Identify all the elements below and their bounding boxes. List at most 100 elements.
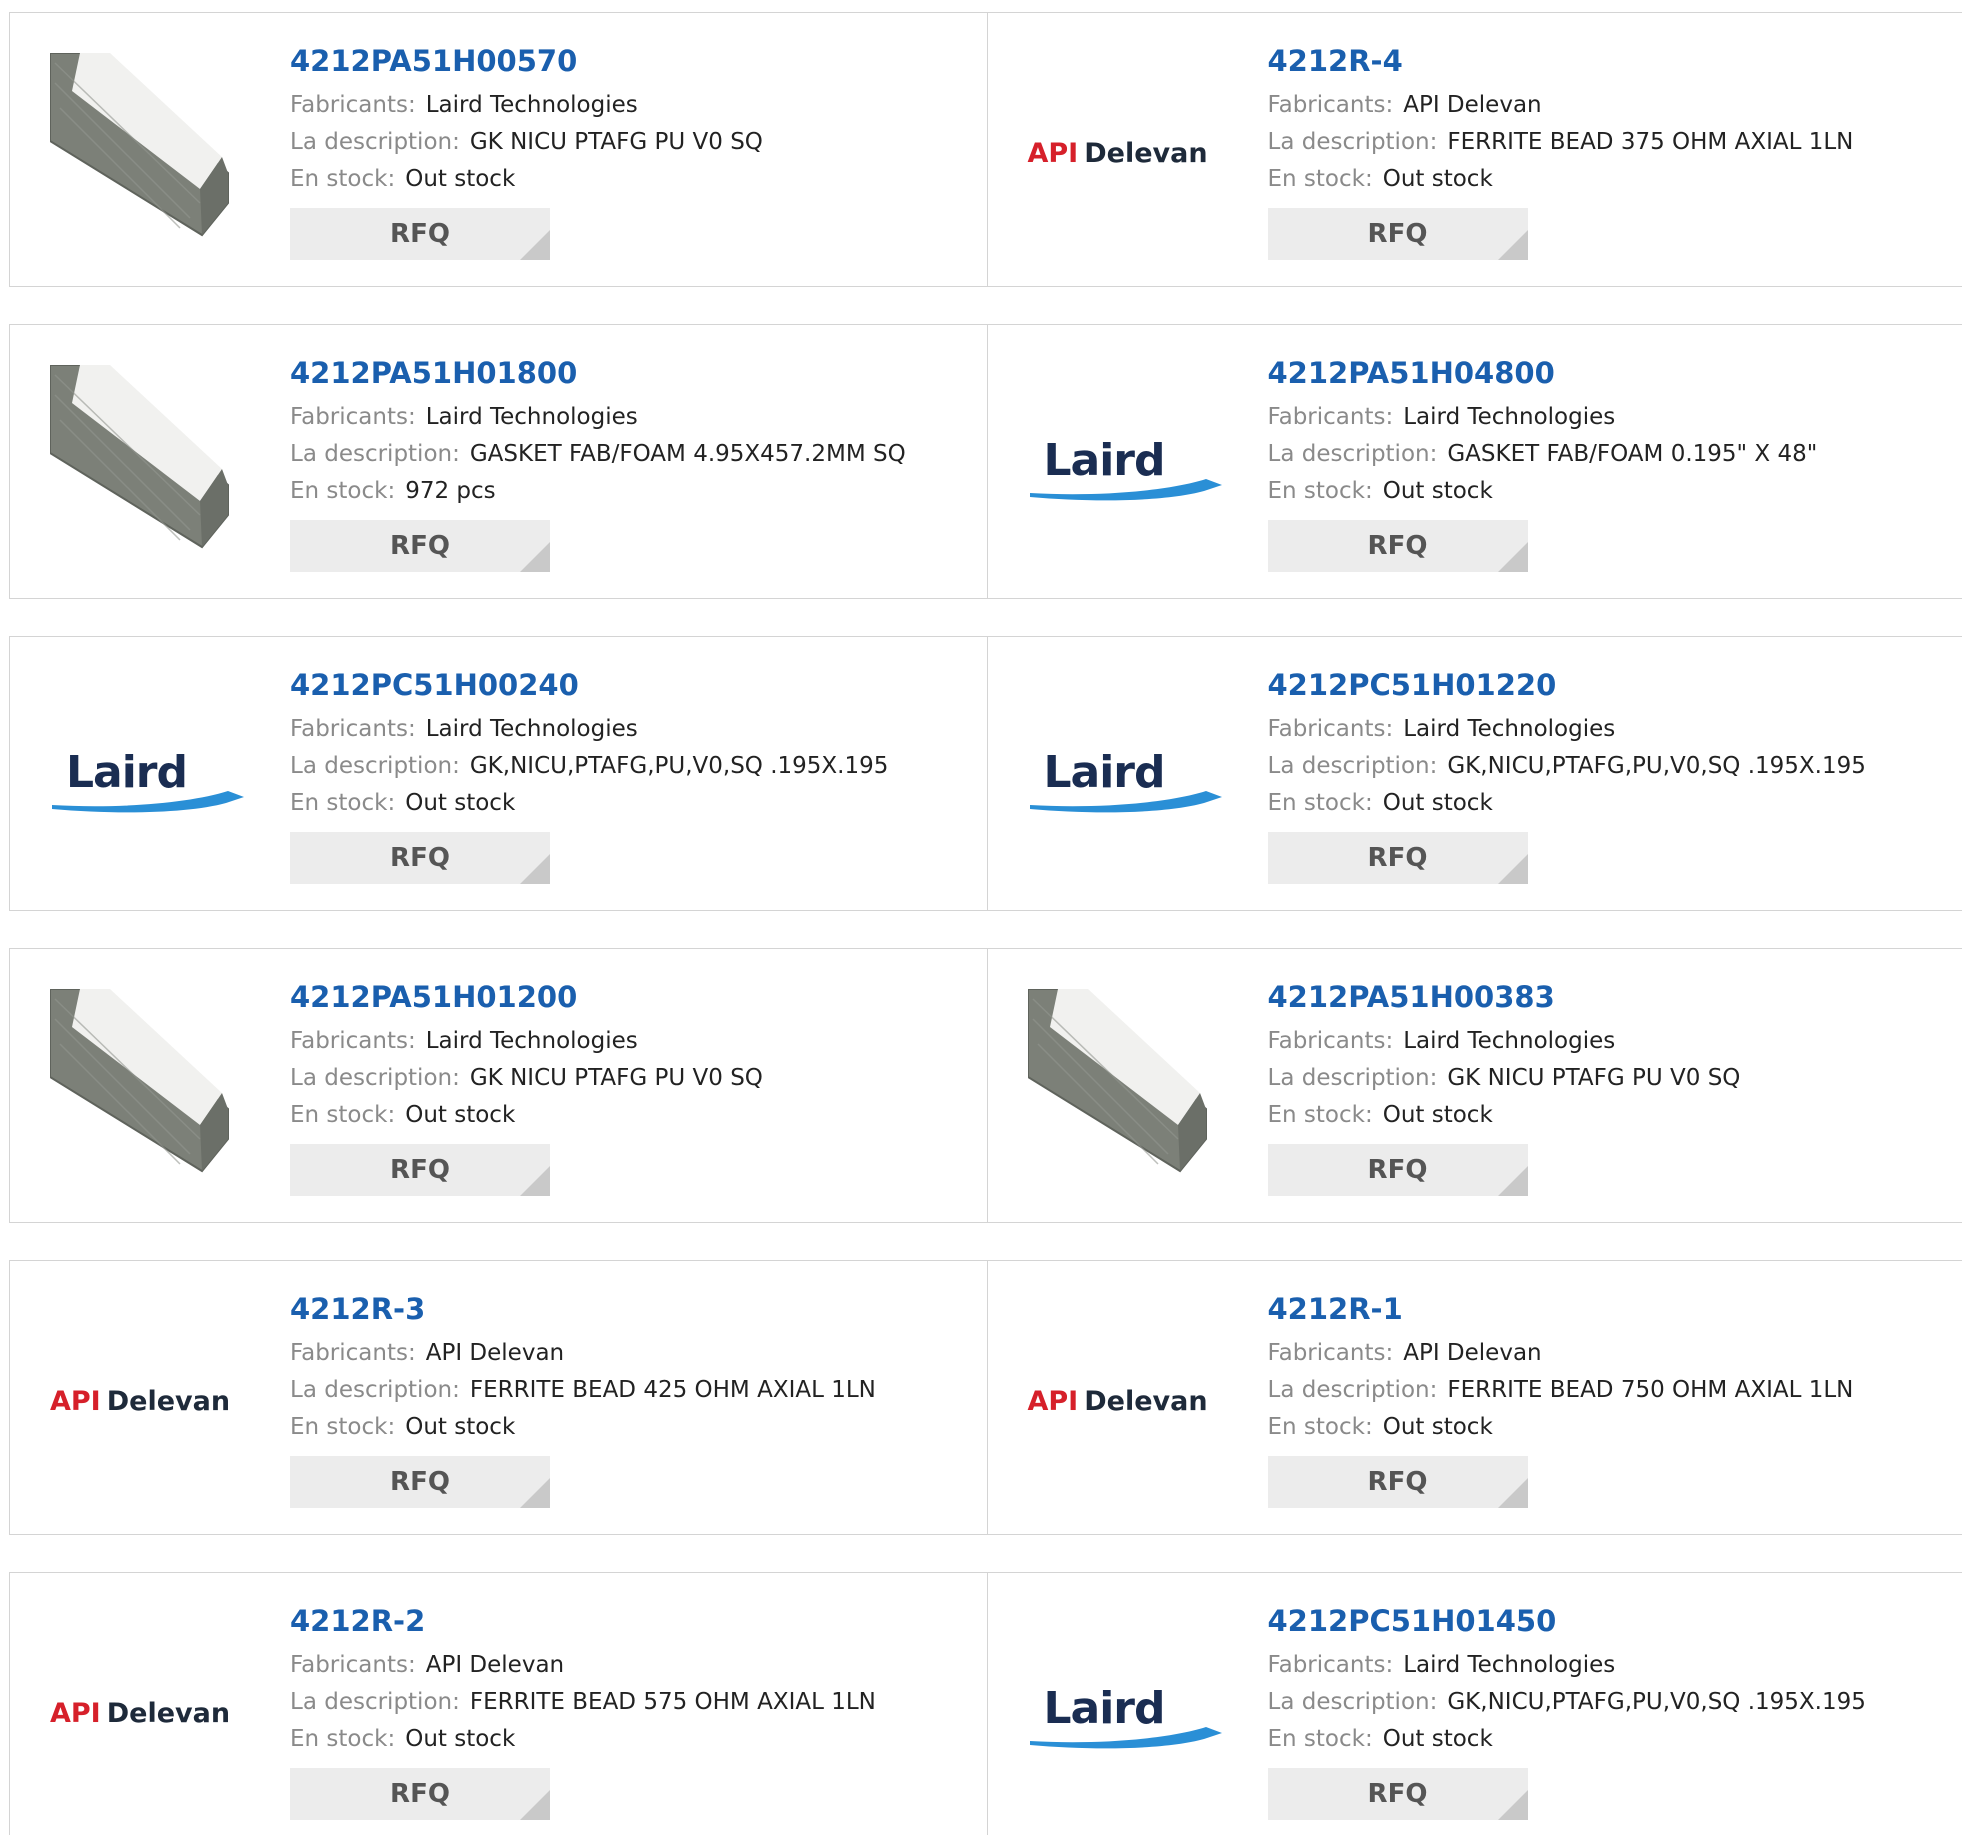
laird-logo: Laird — [1028, 435, 1224, 501]
stock-line: En stock: Out stock — [290, 1721, 876, 1758]
description-value: GK,NICU,PTAFG,PU,V0,SQ .195X.195 — [469, 753, 889, 779]
product-image[interactable]: Laird — [1028, 365, 1228, 565]
manufacturer-value: Laird Technologies — [425, 404, 638, 430]
rfq-button[interactable]: RFQ — [290, 1456, 550, 1508]
rfq-button[interactable]: RFQ — [290, 208, 550, 260]
manufacturer-line: Fabricants: Laird Technologies — [1268, 1647, 1866, 1684]
description-line: La description: FERRITE BEAD 375 OHM AXIA… — [1268, 124, 1854, 161]
rfq-button[interactable]: RFQ — [1267, 832, 1528, 884]
manufacturer-label: Fabricants: — [1267, 716, 1394, 742]
product-image[interactable] — [1027, 989, 1228, 1189]
api-delevan-logo: API Delevan — [50, 1386, 230, 1417]
rfq-button[interactable]: RFQ — [1267, 1456, 1528, 1508]
laird-logo: Laird — [1028, 1683, 1224, 1749]
product-image[interactable] — [50, 989, 250, 1189]
product-image[interactable] — [50, 53, 250, 253]
laird-logo-text: Laird — [66, 747, 188, 798]
stock-label: En stock: — [1267, 478, 1373, 504]
description-value: GASKET FAB/FOAM 0.195" X 48" — [1447, 441, 1818, 467]
description-value: GASKET FAB/FOAM 4.95X457.2MM SQ — [469, 441, 906, 467]
part-number-link[interactable]: 4212PA51H01200 — [290, 977, 763, 1023]
product-info: 4212PA51H00570 Fabricants: Laird Technolo… — [290, 41, 763, 260]
gasket-image — [50, 365, 229, 549]
part-number-link[interactable]: 4212PC51H01220 — [1268, 665, 1866, 711]
description-label: La description: — [1267, 1689, 1438, 1715]
product-image[interactable]: Laird — [1028, 1613, 1228, 1813]
product-card: 4212PA51H00570 Fabricants: Laird Technolo… — [10, 13, 987, 286]
part-number-link[interactable]: 4212PC51H01450 — [1268, 1601, 1866, 1647]
part-number-link[interactable]: 4212R-2 — [290, 1601, 876, 1647]
product-row: 4212PA51H01200 Fabricants: Laird Technolo… — [9, 948, 1962, 1223]
description-value: GK,NICU,PTAFG,PU,V0,SQ .195X.195 — [1447, 1689, 1866, 1715]
stock-line: En stock: Out stock — [1268, 161, 1854, 198]
rfq-button[interactable]: RFQ — [290, 1768, 550, 1820]
part-number-link[interactable]: 4212PA51H00570 — [290, 41, 763, 87]
part-number-link[interactable]: 4212PA51H00383 — [1268, 977, 1741, 1023]
manufacturer-line: Fabricants: Laird Technologies — [290, 1023, 763, 1060]
rfq-button[interactable]: RFQ — [1267, 520, 1528, 572]
stock-line: En stock: Out stock — [290, 1097, 763, 1134]
api-delevan-logo: API Delevan — [1028, 1386, 1208, 1417]
delevan-logo-text: Delevan — [1084, 137, 1208, 169]
part-number-link[interactable]: 4212R-4 — [1268, 41, 1854, 87]
rfq-button[interactable]: RFQ — [290, 1144, 550, 1196]
product-info: 4212PC51H01450 Fabricants: Laird Technolo… — [1267, 1601, 1866, 1820]
product-image[interactable]: API Delevan — [1028, 53, 1228, 253]
product-image[interactable]: API Delevan — [1028, 1301, 1228, 1501]
product-image[interactable]: API Delevan — [50, 1613, 250, 1813]
rfq-button[interactable]: RFQ — [1267, 208, 1528, 260]
manufacturer-label: Fabricants: — [290, 1652, 416, 1678]
product-image[interactable]: Laird — [50, 677, 250, 877]
product-card: 4212PA51H01200 Fabricants: Laird Technolo… — [10, 949, 987, 1222]
stock-value: Out stock — [1382, 1102, 1493, 1128]
product-image[interactable]: API Delevan — [50, 1301, 250, 1501]
description-value: GK NICU PTAFG PU V0 SQ — [469, 129, 763, 155]
description-label: La description: — [290, 1065, 460, 1091]
description-value: FERRITE BEAD 375 OHM AXIAL 1LN — [1447, 129, 1854, 155]
part-number-link[interactable]: 4212R-1 — [1268, 1289, 1854, 1335]
part-number-link[interactable]: 4212PA51H01800 — [290, 353, 906, 399]
stock-label: En stock: — [290, 1726, 396, 1752]
rfq-button[interactable]: RFQ — [290, 832, 550, 884]
manufacturer-line: Fabricants: Laird Technologies — [1268, 711, 1866, 748]
laird-logo-text: Laird — [1043, 747, 1166, 798]
stock-label: En stock: — [290, 166, 396, 192]
stock-label: En stock: — [1267, 166, 1373, 192]
description-line: La description: GK,NICU,PTAFG,PU,V0,SQ .1… — [1268, 1684, 1866, 1721]
manufacturer-label: Fabricants: — [1267, 404, 1394, 430]
stock-label: En stock: — [290, 478, 396, 504]
description-line: La description: GASKET FAB/FOAM 0.195" X … — [1268, 436, 1818, 473]
manufacturer-line: Fabricants: API Delevan — [290, 1647, 876, 1684]
product-row: API Delevan 4212R-2 Fabricants: API Deleva… — [9, 1572, 1962, 1835]
product-card: Laird 4212PC51H01220 Fabricants: Laird Te… — [986, 637, 1962, 910]
gasket-image — [1027, 989, 1207, 1173]
description-label: La description: — [290, 129, 460, 155]
description-label: La description: — [290, 1689, 460, 1715]
stock-label: En stock: — [1267, 790, 1373, 816]
rfq-button[interactable]: RFQ — [1267, 1768, 1528, 1820]
product-card: Laird 4212PC51H01450 Fabricants: Laird Te… — [986, 1573, 1962, 1835]
api-delevan-logo: API Delevan — [1028, 138, 1208, 169]
part-number-link[interactable]: 4212PC51H00240 — [290, 665, 888, 711]
stock-label: En stock: — [1267, 1414, 1373, 1440]
rfq-button[interactable]: RFQ — [290, 520, 550, 572]
api-logo-text: API — [1027, 1385, 1079, 1417]
product-row: 4212PA51H01800 Fabricants: Laird Technolo… — [9, 324, 1962, 599]
manufacturer-label: Fabricants: — [1267, 1340, 1394, 1366]
description-value: GK NICU PTAFG PU V0 SQ — [1447, 1065, 1741, 1091]
product-info: 4212PA51H01800 Fabricants: Laird Technolo… — [290, 353, 906, 572]
part-number-link[interactable]: 4212R-3 — [290, 1289, 876, 1335]
product-info: 4212R-4 Fabricants: API Delevan La descri… — [1267, 41, 1854, 260]
product-row: Laird 4212PC51H00240 Fabricants: Laird Te… — [9, 636, 1962, 911]
description-value: FERRITE BEAD 750 OHM AXIAL 1LN — [1447, 1377, 1854, 1403]
manufacturer-value: Laird Technologies — [1403, 1028, 1616, 1054]
product-image[interactable]: Laird — [1028, 677, 1228, 877]
manufacturer-value: Laird Technologies — [425, 716, 638, 742]
rfq-button[interactable]: RFQ — [1267, 1144, 1528, 1196]
product-image[interactable] — [50, 365, 250, 565]
description-label: La description: — [290, 1377, 460, 1403]
product-info: 4212R-1 Fabricants: API Delevan La descri… — [1267, 1289, 1854, 1508]
part-number-link[interactable]: 4212PA51H04800 — [1268, 353, 1818, 399]
description-label: La description: — [1267, 441, 1438, 467]
manufacturer-value: API Delevan — [425, 1340, 565, 1366]
